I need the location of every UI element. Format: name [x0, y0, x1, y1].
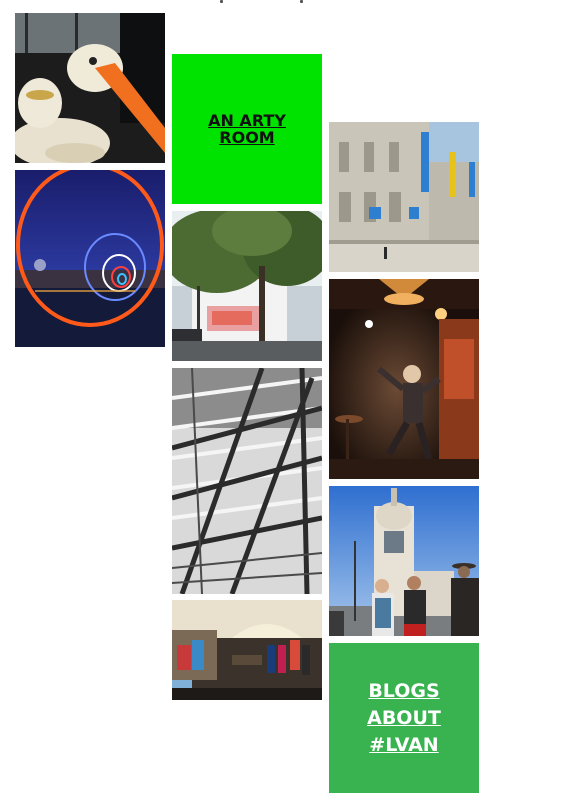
arty-room-label: AN ARTY ROOM — [208, 111, 286, 147]
top-edge-mark — [300, 0, 303, 3]
blogs-link[interactable]: BLOGS ABOUT #LVAN — [329, 643, 479, 793]
dancer-bar-photo[interactable] — [329, 279, 479, 479]
lu-tower-people-photo[interactable] — [329, 486, 479, 636]
museum-facade-photo[interactable] — [329, 122, 479, 272]
metal-staircase-photo[interactable] — [172, 368, 322, 594]
bird-sculpture-photo[interactable] — [15, 13, 165, 163]
gallery-page: AN ARTY ROOM BLOGS ABOUT #LVAN — [0, 0, 570, 805]
street-mural-tree-photo[interactable] — [172, 211, 322, 361]
neon-rings-night-photo[interactable] — [15, 170, 165, 347]
top-edge-mark — [220, 0, 223, 3]
arty-room-link[interactable]: AN ARTY ROOM — [172, 54, 322, 204]
blogs-label: BLOGS ABOUT #LVAN — [367, 679, 441, 756]
shop-interior-photo[interactable] — [172, 600, 322, 700]
